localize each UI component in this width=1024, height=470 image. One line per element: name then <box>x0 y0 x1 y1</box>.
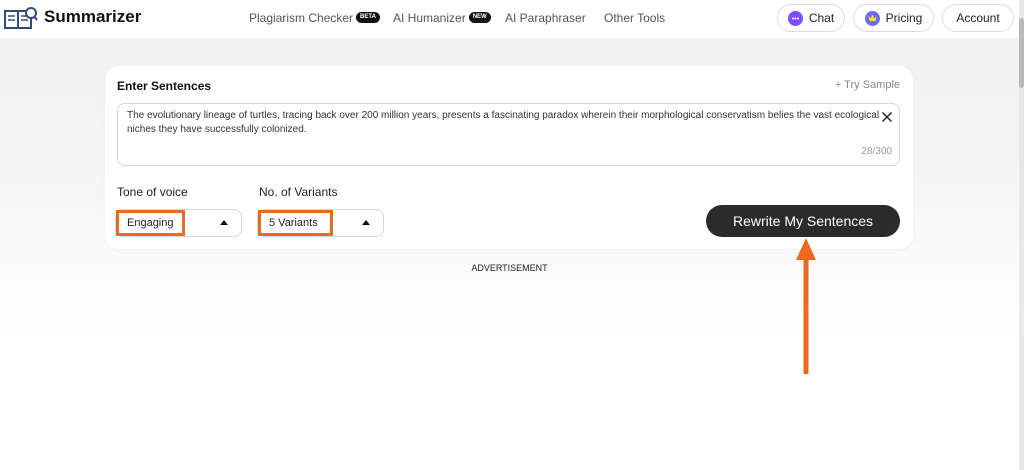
variants-value[interactable]: 5 Variants <box>258 210 333 236</box>
crown-icon <box>864 10 880 26</box>
caret-up-icon[interactable] <box>362 220 370 225</box>
tone-value[interactable]: Engaging <box>116 210 185 236</box>
annotation-arrow-icon <box>796 238 816 374</box>
rewrite-button[interactable]: Rewrite My Sentences <box>706 205 900 237</box>
nav-label: Other Tools <box>604 10 666 25</box>
nav-label: Plagiarism Checker <box>249 10 354 25</box>
nav-label: AI Humanizer <box>393 10 466 25</box>
variants-select[interactable]: 5 Variants <box>257 209 384 237</box>
chat-icon <box>787 10 803 26</box>
pricing-button[interactable]: Pricing <box>853 4 934 32</box>
pricing-label: Pricing <box>885 11 923 25</box>
sentence-input[interactable]: The evolutionary lineage of turtles, tra… <box>117 103 900 166</box>
beta-badge: BETA <box>356 12 380 24</box>
nav-label: AI Paraphraser <box>505 10 586 25</box>
variants-label: No. of Variants <box>259 185 338 199</box>
caret-up-icon[interactable] <box>220 220 228 225</box>
advertisement-label: ADVERTISEMENT <box>471 263 548 273</box>
new-badge: NEW <box>468 12 491 24</box>
scrollbar-thumb[interactable] <box>1019 18 1024 88</box>
tone-label: Tone of voice <box>117 185 188 199</box>
top-header: Summarizer Plagiarism Checker BETA AI Hum… <box>0 0 1024 38</box>
nav-plagiarism-checker[interactable]: Plagiarism Checker BETA <box>249 10 380 25</box>
close-icon[interactable] <box>881 111 893 123</box>
books-logo-icon[interactable] <box>4 5 38 31</box>
account-button[interactable]: Account <box>942 4 1014 32</box>
page-scrollbar[interactable] <box>1019 0 1024 470</box>
nav-ai-humanizer[interactable]: AI Humanizer NEW <box>393 10 491 25</box>
tone-select[interactable]: Engaging <box>115 209 242 237</box>
try-sample-link[interactable]: + Try Sample <box>835 79 900 91</box>
card-title: Enter Sentences <box>117 79 212 93</box>
character-counter: 28/300 <box>861 146 892 157</box>
rewrite-card: Enter Sentences + Try Sample The evoluti… <box>105 66 913 249</box>
chat-button[interactable]: Chat <box>777 4 845 32</box>
nav-ai-paraphraser[interactable]: AI Paraphraser <box>505 10 586 25</box>
app-title[interactable]: Summarizer <box>44 7 141 27</box>
nav-other-tools[interactable]: Other Tools <box>604 10 665 25</box>
account-label: Account <box>956 11 1000 25</box>
sentence-input-text[interactable]: The evolutionary lineage of turtles, tra… <box>127 109 887 137</box>
chat-label: Chat <box>808 11 835 25</box>
